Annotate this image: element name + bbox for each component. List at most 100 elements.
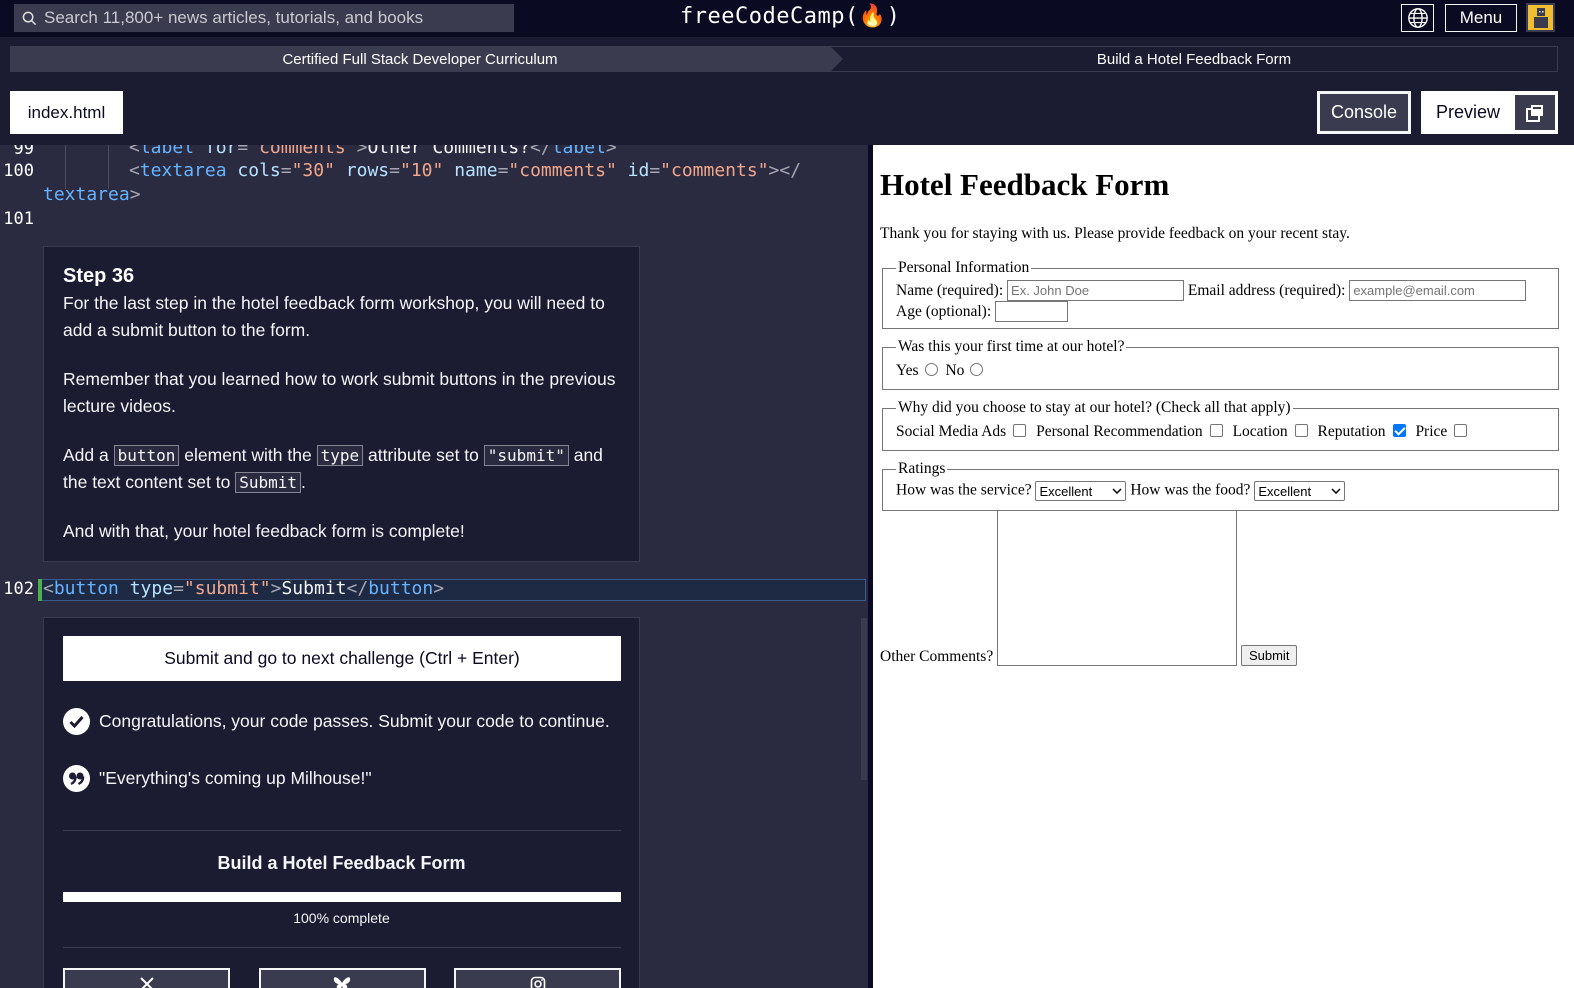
project-title: Build a Hotel Feedback Form [217, 853, 466, 873]
service-select[interactable]: Excellent [1035, 481, 1127, 501]
text: attribute set to [368, 445, 479, 465]
reason-label: Social Media Ads [896, 423, 1007, 440]
submit-button[interactable]: Submit [1240, 645, 1298, 666]
divider [63, 830, 621, 831]
search-input[interactable] [44, 8, 504, 28]
step-instructions: Step 36 For the last step in the hotel f… [43, 246, 640, 562]
progress-text: 100% complete [293, 910, 390, 926]
preview-label: Preview [1436, 102, 1501, 122]
fieldset-legend: Personal Information [898, 259, 1030, 276]
reason-label: Price [1415, 423, 1448, 440]
inline-code: "submit" [483, 445, 569, 466]
submit-next-challenge-button[interactable]: Submit and go to next challenge (Ctrl + … [63, 636, 621, 681]
pass-message-text: Congratulations, your code passes. Submi… [99, 711, 610, 731]
preview-pane: Hotel Feedback Form Thank you for stayin… [873, 145, 1574, 988]
preview-button[interactable]: Preview [1421, 91, 1558, 134]
avatar[interactable] [1526, 3, 1555, 32]
name-input[interactable] [1007, 280, 1185, 301]
code-line-100: <textarea cols="30" rows="10" name="comm… [129, 160, 802, 181]
bluesky-butterfly-icon [333, 977, 351, 988]
text: Add a [63, 445, 109, 465]
code-editor[interactable]: 99 100 101 102 <label for="comments">Oth… [0, 145, 868, 988]
name-label: Name (required): [896, 282, 1004, 299]
service-label: How was the service? [896, 481, 1032, 499]
popout-icon [1526, 104, 1543, 122]
fieldset-legend: Was this your first time at our hotel? [898, 338, 1125, 355]
breadcrumb: Certified Full Stack Developer Curriculu… [10, 46, 1558, 72]
food-label: How was the food? [1130, 481, 1251, 499]
preview-title: Hotel Feedback Form [880, 167, 1170, 202]
tab-index-html[interactable]: index.html [10, 91, 123, 134]
check-circle-icon [63, 708, 90, 735]
fieldset-legend: Ratings [898, 460, 946, 477]
indent-guide [65, 145, 66, 167]
modified-line-marker [38, 579, 42, 601]
search-bar[interactable] [14, 4, 514, 32]
share-instagram-button[interactable] [454, 968, 621, 988]
code-line-102: <button type="submit">Submit</button> [43, 578, 445, 599]
personal-info-fieldset: Personal Information Name (required): Em… [882, 259, 1559, 329]
text: . [301, 472, 306, 492]
language-button[interactable] [1401, 4, 1434, 32]
inline-code: button [113, 445, 180, 466]
text: element with the [184, 445, 312, 465]
social-media-checkbox[interactable] [1013, 424, 1027, 437]
reasons-fieldset: Why did you choose to stay at our hotel?… [882, 399, 1559, 451]
step-paragraph: And with that, your hotel feedback form … [63, 521, 465, 541]
top-nav: freeCodeCamp(🔥) Menu [0, 0, 1574, 37]
quote-message: "Everything's coming up Milhouse!" [63, 765, 620, 792]
age-label: Age (optional): [896, 303, 992, 320]
location-checkbox[interactable] [1294, 424, 1308, 437]
reason-label: Reputation [1317, 423, 1386, 440]
email-label: Email address (required): [1187, 282, 1346, 299]
inline-code: Submit [235, 472, 301, 493]
step-paragraph: Add a button element with the type attri… [63, 442, 620, 496]
no-radio[interactable] [970, 363, 984, 376]
ratings-fieldset: Ratings How was the service? Excellent H… [882, 460, 1559, 511]
x-logo-icon [139, 977, 154, 988]
console-button[interactable]: Console [1317, 91, 1411, 134]
age-input[interactable] [995, 301, 1069, 322]
fieldset-legend: Why did you choose to stay at our hotel?… [898, 399, 1291, 416]
pass-message: Congratulations, your code passes. Submi… [63, 708, 620, 735]
comments-row: Other Comments? Submit [880, 510, 1567, 666]
line-number: 99 [13, 145, 34, 159]
fcc-logo[interactable]: freeCodeCamp(🔥) [680, 4, 900, 29]
editor-scrollbar[interactable] [861, 618, 867, 780]
reputation-checkbox[interactable] [1392, 424, 1406, 437]
progress-bar [63, 892, 621, 902]
price-checkbox[interactable] [1454, 424, 1468, 437]
code-line-99: <label for="comments">Other Comments?</l… [129, 145, 617, 158]
food-select[interactable]: Excellent [1254, 481, 1346, 501]
share-x-button[interactable] [63, 968, 230, 988]
preview-popout-button[interactable] [1515, 95, 1555, 130]
step-title: Step 36 [63, 265, 135, 287]
preview-intro: Thank you for staying with us. Please pr… [880, 225, 1350, 242]
step-paragraph: Remember that you learned how to work su… [63, 369, 616, 416]
indent-guide [108, 145, 109, 167]
challenge-result-panel: Submit and go to next challenge (Ctrl + … [43, 617, 640, 988]
chevron-down-icon [1331, 488, 1341, 494]
email-input[interactable] [1349, 280, 1527, 301]
globe-icon [1407, 8, 1428, 28]
yes-label: Yes [896, 362, 919, 379]
instagram-icon [530, 976, 545, 988]
quote-icon [63, 765, 90, 792]
reason-label: Location [1232, 423, 1288, 440]
line-number: 100 [3, 161, 34, 181]
search-icon [14, 11, 44, 26]
breadcrumb-project[interactable]: Build a Hotel Feedback Form [830, 46, 1558, 72]
comments-textarea[interactable] [997, 510, 1238, 666]
chevron-down-icon [1112, 488, 1122, 494]
recommendation-checkbox[interactable] [1209, 424, 1223, 437]
yes-radio[interactable] [924, 363, 938, 376]
quote-text: "Everything's coming up Milhouse!" [99, 768, 372, 788]
menu-button[interactable]: Menu [1445, 4, 1517, 32]
share-buttons [63, 968, 621, 988]
reason-label: Personal Recommendation [1036, 423, 1203, 440]
no-label: No [945, 362, 965, 379]
breadcrumb-curriculum[interactable]: Certified Full Stack Developer Curriculu… [10, 46, 843, 72]
user-avatar-icon [1533, 7, 1548, 28]
inline-code: type [316, 445, 364, 466]
share-bluesky-button[interactable] [258, 968, 426, 988]
